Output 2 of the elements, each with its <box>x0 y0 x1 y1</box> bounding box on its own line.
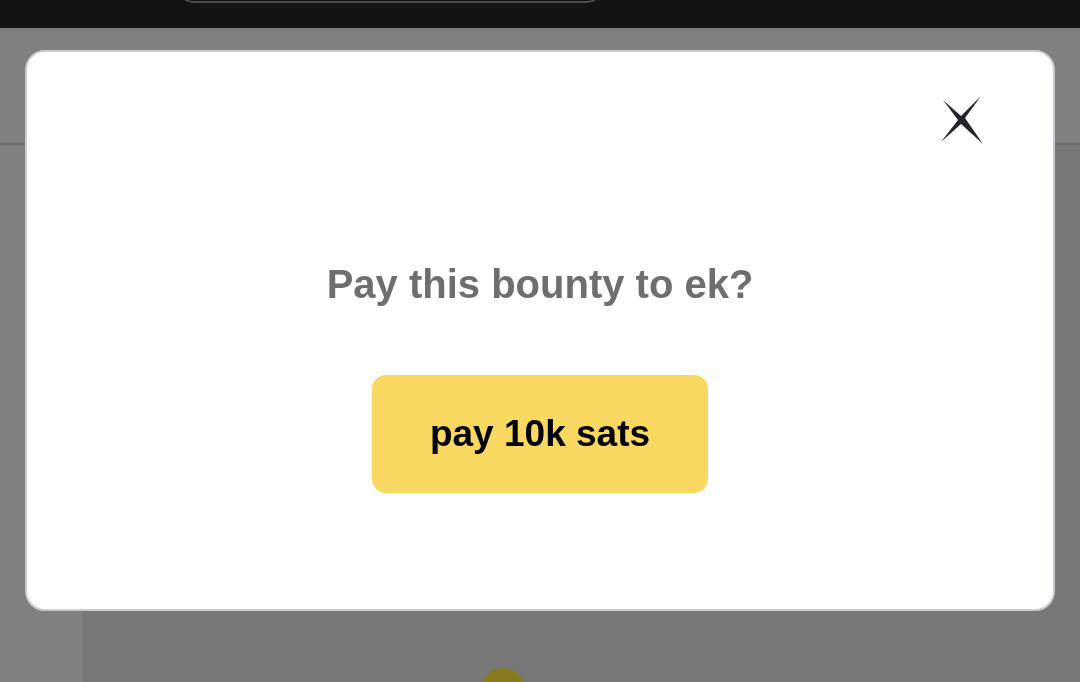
pay-button[interactable]: pay 10k sats <box>372 375 708 493</box>
dialog-title: Pay this bounty to ek? <box>326 262 754 307</box>
